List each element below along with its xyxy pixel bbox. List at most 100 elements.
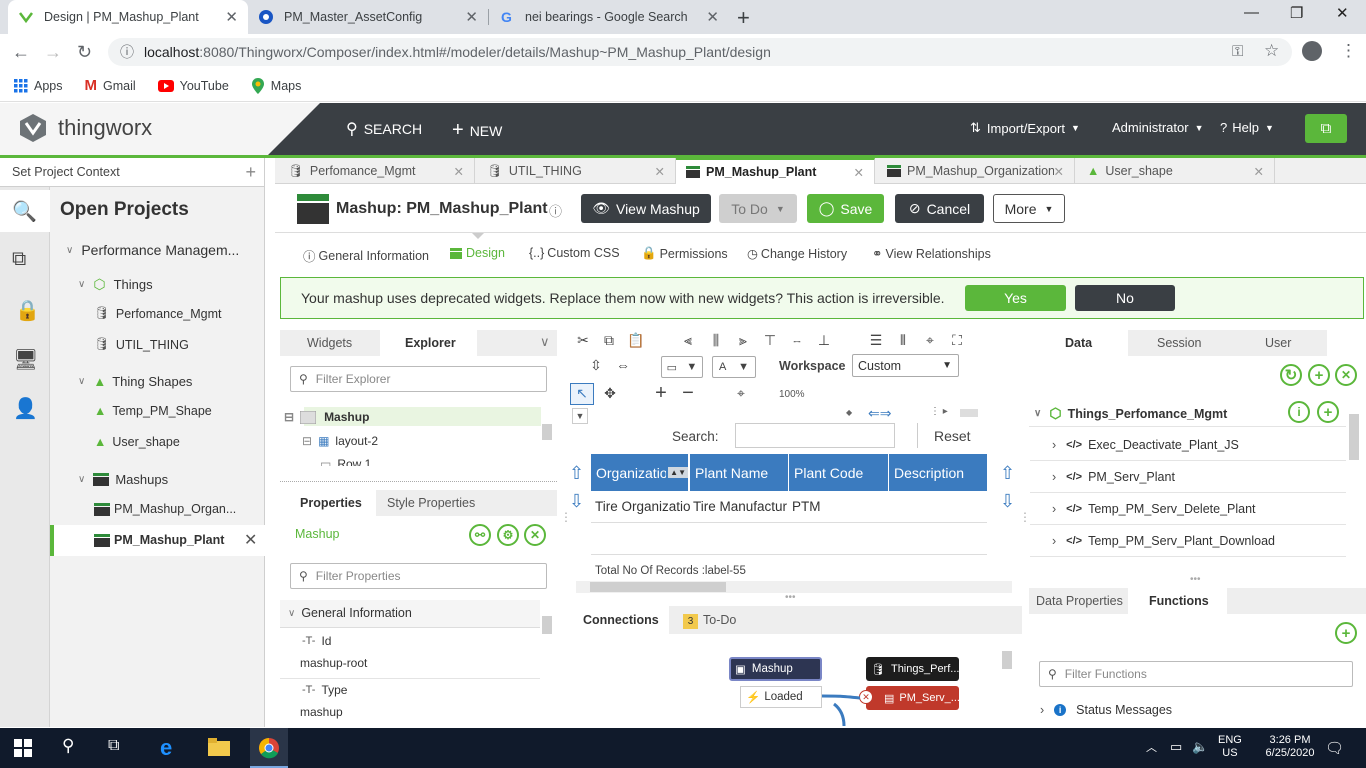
tab-properties[interactable]: Properties [300,496,362,510]
paste-icon[interactable]: 📋 [627,332,645,349]
profile-icon[interactable] [1302,41,1322,61]
copy-icon[interactable]: ⧉ [600,332,618,349]
fit-icon[interactable]: ⛶ [948,332,966,349]
tab-permissions[interactable]: 🔒 Permissions [641,246,728,261]
help-circle-icon[interactable]: ⓘ [549,201,562,220]
service-row[interactable]: › </> Temp_PM_Serv_Delete_Plant [1030,493,1346,525]
thingworx-logo[interactable]: thingworx [18,113,152,143]
close-window-icon[interactable]: ✕ [1336,4,1349,22]
scrollbar-thumb[interactable] [590,582,726,592]
status-messages-row[interactable]: › i Status Messages [1040,703,1172,717]
search-button[interactable]: ⚲ SEARCH [346,119,422,139]
no-button[interactable]: No [1075,285,1175,311]
reset-button[interactable]: Reset [934,428,971,444]
editor-tab[interactable]: 🛢 Perfomance_Mgmt ✕ [278,158,475,184]
align-center-icon[interactable]: ⫼ [707,332,725,349]
add-icon[interactable]: + [1308,364,1330,386]
service-row[interactable]: › </> Temp_PM_Serv_Plant_Download [1030,525,1346,557]
view-mashup-button[interactable]: 👁 View Mashup [581,194,711,223]
connection-node-things[interactable]: 🛢 Things_Perf... [866,657,959,681]
localization-select[interactable]: A ▼ [712,356,756,378]
monitor-icon[interactable]: 🖥 [13,347,38,372]
bookmark-maps[interactable]: Maps [251,77,301,94]
reload-icon[interactable]: ↻ [77,42,92,63]
arrow-down-icon[interactable]: ⇩ [569,491,584,512]
align-left-icon[interactable]: ⫷ [679,332,697,349]
splitter-handle[interactable]: ••• [1190,574,1201,585]
explorer-item-row[interactable]: ▭ Row 1 [320,457,371,466]
target-icon[interactable]: ⌖ [732,385,750,402]
filter-properties-input[interactable]: ⚲ Filter Properties [290,563,547,589]
bookmark-apps[interactable]: Apps [14,78,63,93]
bookmark-youtube[interactable]: YouTube [157,79,229,93]
forward-icon[interactable]: → [44,42,62,63]
close-icon[interactable]: ✕ [465,8,478,26]
arrow-up-icon[interactable]: ⇧ [569,463,584,484]
share-icon[interactable]: ⚯ [469,524,491,546]
editor-tab[interactable]: 🛢 UTIL_THING ✕ [477,158,676,184]
event-loaded[interactable]: ⚡ Loaded [740,686,822,708]
service-row[interactable]: › </> PM_Serv_Plant [1030,461,1346,493]
tab-design[interactable]: Design [450,246,505,260]
resize-handle-icon[interactable]: ⋮ ▸ [930,406,948,417]
arrow-up-icon[interactable]: ⇧ [1000,463,1015,484]
yes-button[interactable]: Yes [965,285,1066,311]
close-icon[interactable]: ✕ [454,164,464,179]
browser-tab-google[interactable]: G nei bearings - Google Search ✕ [489,0,729,34]
help-menu[interactable]: ? Help ▼ [1220,120,1274,135]
canvas-menu-icon[interactable]: ▼ [572,408,588,424]
user-menu[interactable]: Administrator ▼ [1112,120,1204,135]
notifications-icon[interactable]: 🗨 [1325,739,1344,757]
tree-node-project[interactable]: ∨ Performance Managem... [66,242,239,258]
close-icon[interactable]: ✕ [524,524,546,546]
network-icon[interactable]: ▭ [1170,739,1182,755]
user-settings-icon[interactable]: 👤 [13,396,38,421]
file-explorer-icon[interactable] [208,738,230,756]
splitter[interactable] [280,481,557,483]
ie-icon[interactable]: e [160,735,172,761]
tree-node-shapes[interactable]: ∨ ▲ Thing Shapes [78,374,192,389]
browser-tab-assetconfig[interactable]: PM_Master_AssetConfig ✕ [248,0,488,34]
tree-node-mashups[interactable]: ∨ Mashups [78,472,168,487]
editor-tab[interactable]: PM_Mashup_Organization ✕ [877,158,1075,184]
align-right-icon[interactable]: ⫸ [734,332,752,349]
volume-icon[interactable]: 🔈 [1192,739,1208,755]
splitter-handle[interactable]: ⋮ [560,510,572,524]
connection-node-mashup[interactable]: ▣ Mashup [729,657,822,681]
arrow-down-icon[interactable]: ⇩ [1000,491,1015,512]
splitter-handle[interactable]: ••• [785,592,796,603]
task-view-icon[interactable]: ⧉ [108,737,119,755]
cut-icon[interactable]: ✂ [574,332,592,349]
clock[interactable]: 3:26 PM 6/25/2020 [1262,734,1318,760]
tab-functions[interactable]: Functions [1149,594,1209,608]
star-icon[interactable]: ☆ [1264,41,1279,61]
bookmark-gmail[interactable]: M Gmail [85,77,136,94]
height-icon[interactable]: ⇳ [587,357,605,374]
tree-item-thing[interactable]: 🛢 UTIL_THING [94,337,189,352]
maximize-icon[interactable]: ❐ [1290,4,1303,22]
add-function-icon[interactable]: + [1335,622,1357,644]
chevron-down-icon[interactable]: ∨ [540,334,550,350]
add-service-icon[interactable]: + [1317,401,1339,423]
close-icon[interactable]: ✕ [244,530,257,550]
chevron-up-icon[interactable]: ︿ [1146,739,1157,755]
align-top-icon[interactable]: ⊤ [761,332,779,349]
data-entity[interactable]: ∨ ⬡ Things_Perfomance_Mgmt [1034,405,1227,422]
save-button[interactable]: ◯ Save [807,194,884,223]
tree-item-shape[interactable]: ▲ Temp_PM_Shape [94,404,212,418]
width-icon[interactable]: ⇔ [614,357,632,373]
key-icon[interactable]: ⚿ [1232,43,1243,60]
tab-view-relationships[interactable]: ⚭ View Relationships [872,246,991,262]
new-button[interactable]: + NEW [452,119,502,142]
zoom-in-icon[interactable]: + [652,382,670,405]
tree-item-shape[interactable]: ▲ User_shape [94,435,180,449]
info-icon[interactable]: i [1288,401,1310,423]
tab-user[interactable]: User [1265,336,1291,350]
scrollbar[interactable] [1002,651,1012,669]
tab-session[interactable]: Session [1157,336,1201,350]
close-icon[interactable]: ✕ [225,8,238,26]
tree-item-mashup[interactable]: PM_Mashup_Organ... [94,502,236,516]
grid-search-input[interactable] [735,423,895,448]
add-icon[interactable]: + [245,162,256,183]
external-link-button[interactable]: ⧉ [1305,114,1347,143]
